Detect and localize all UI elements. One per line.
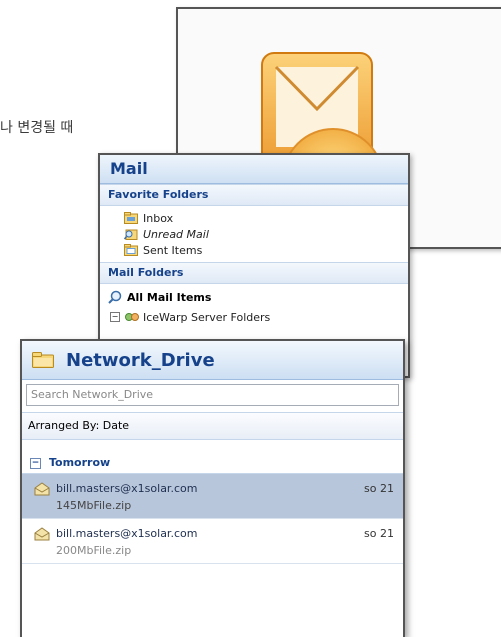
group-header-tomorrow[interactable]: − Tomorrow (22, 440, 403, 474)
all-mail-items-label: All Mail Items (127, 290, 212, 304)
inbox-folder-icon (124, 212, 138, 224)
favorite-folders-list: Inbox Unread Mail Sent Items (100, 206, 408, 262)
caption-text: 나 변경될 때 (0, 120, 74, 136)
sent-folder-icon (124, 244, 138, 256)
mail-folders-header[interactable]: Mail Folders (100, 262, 408, 284)
arranged-by-header[interactable]: Arranged By: Date (22, 412, 403, 440)
network-drive-title: Network_Drive (66, 349, 215, 371)
favorite-item-unread-mail[interactable]: Unread Mail (100, 226, 408, 242)
magnifier-icon (108, 290, 122, 304)
mail-pane-title: Mail (100, 155, 408, 184)
collapse-icon[interactable]: − (30, 458, 41, 469)
message-attachment: 145MbFile.zip (56, 499, 132, 512)
message-attachment: 200MbFile.zip (56, 544, 132, 557)
message-date: so 21 (364, 482, 394, 495)
search-input[interactable]: Search Network_Drive (26, 384, 399, 406)
favorite-item-sent-items[interactable]: Sent Items (100, 242, 408, 258)
tree-node-icewarp[interactable]: − IceWarp Server Folders (100, 310, 408, 324)
tree-node-label: IceWarp Server Folders (143, 310, 271, 324)
favorite-item-label: Unread Mail (143, 227, 209, 241)
message-sender: bill.masters@x1solar.com (56, 482, 198, 495)
favorite-item-inbox[interactable]: Inbox (100, 210, 408, 226)
favorite-item-label: Sent Items (143, 243, 203, 257)
message-sender: bill.masters@x1solar.com (56, 527, 198, 540)
message-row[interactable]: bill.masters@x1solar.com 145MbFile.zip s… (22, 474, 403, 519)
network-drive-header: Network_Drive (22, 341, 403, 380)
search-folder-icon (124, 229, 138, 240)
network-drive-pane: Network_Drive Search Network_Drive Arran… (20, 339, 405, 637)
message-date: so 21 (364, 527, 394, 540)
folder-icon (32, 352, 54, 368)
collapse-icon[interactable]: − (110, 312, 120, 322)
all-mail-items[interactable]: All Mail Items (100, 284, 408, 310)
favorite-folders-header[interactable]: Favorite Folders (100, 184, 408, 206)
group-label: Tomorrow (49, 456, 111, 469)
envelope-icon (34, 527, 50, 541)
server-folders-icon (125, 313, 139, 321)
envelope-icon (34, 482, 50, 496)
favorite-item-label: Inbox (143, 211, 174, 225)
message-row[interactable]: bill.masters@x1solar.com 200MbFile.zip s… (22, 519, 403, 564)
